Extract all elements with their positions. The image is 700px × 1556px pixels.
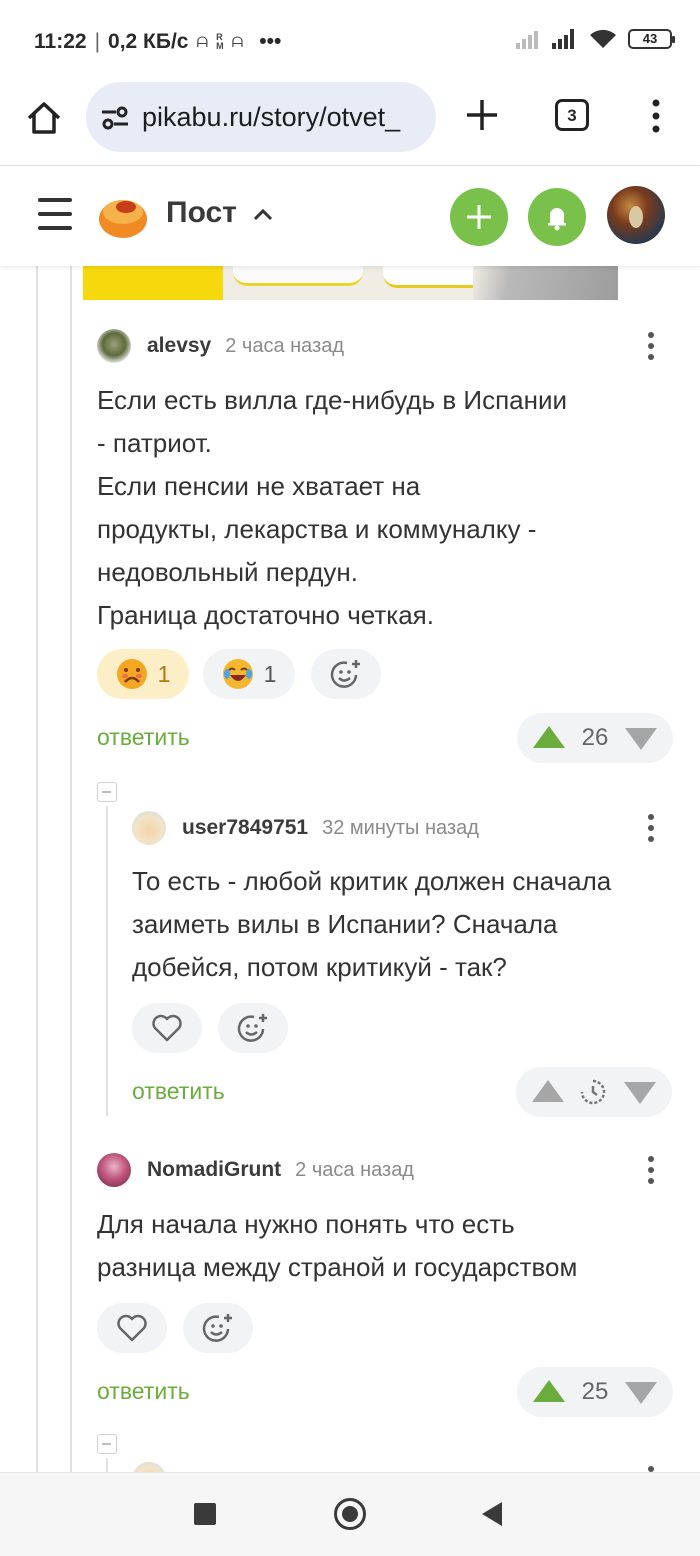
address-bar[interactable]: pikabu.ru/story/otvet_ <box>86 82 436 152</box>
pikabu-logo-icon[interactable] <box>97 191 149 239</box>
status-bar: 11:22 | 0,2 КБ/с ᗩ RM ᗩ ••• 43 <box>0 0 700 80</box>
user-avatar[interactable] <box>607 186 665 244</box>
new-tab-icon[interactable] <box>464 97 500 133</box>
tab-switcher-button[interactable]: 3 <box>555 99 589 131</box>
comment: alevsy 2 часа назад Если есть вилла где-… <box>97 328 687 768</box>
downvote-icon[interactable] <box>625 1382 657 1404</box>
browser-toolbar: pikabu.ru/story/otvet_ 3 <box>0 80 700 166</box>
site-header: Пост <box>0 166 700 266</box>
rating-widget: 25 <box>517 1367 673 1417</box>
reaction-count: 1 <box>157 660 171 687</box>
comment-username[interactable]: NomadiGrunt <box>147 1158 281 1182</box>
comment: user7849751 32 минуты назад То есть - лю… <box>132 810 688 1117</box>
back-icon[interactable] <box>482 1502 502 1526</box>
avatar[interactable] <box>132 1462 166 1472</box>
comment-time[interactable]: 32 минуты назад <box>322 817 479 840</box>
more-icon[interactable] <box>647 332 655 362</box>
comments-feed[interactable]: alevsy 2 часа назад Если есть вилла где-… <box>0 266 700 1472</box>
comment-text: То есть - любой критик должен сначала за… <box>132 866 612 982</box>
comment-time[interactable]: 2 часа назад <box>295 1159 414 1182</box>
add-reaction-button[interactable] <box>218 1003 288 1053</box>
thread-line[interactable] <box>36 266 38 1472</box>
comment-header: user7849751 32 минуты назад <box>132 810 479 846</box>
thread-line[interactable] <box>106 1458 108 1472</box>
add-reaction-icon <box>237 1014 267 1042</box>
comment-time[interactable]: 2 часа назад <box>225 335 344 358</box>
heart-icon <box>117 1314 147 1342</box>
site-settings-icon[interactable] <box>100 106 130 130</box>
signal-off-icon <box>516 31 538 49</box>
recent-apps-icon[interactable] <box>194 1503 216 1525</box>
reaction-sad[interactable]: 1 <box>97 649 189 699</box>
downvote-icon[interactable] <box>624 1082 656 1104</box>
comment-username[interactable]: alevsy <box>147 334 211 358</box>
notification-icon: ᗩ <box>196 33 209 50</box>
thread-line[interactable] <box>106 806 108 1116</box>
add-reaction-button[interactable] <box>311 649 381 699</box>
reply-button[interactable]: ответить <box>132 1078 225 1105</box>
like-button[interactable] <box>132 1003 202 1053</box>
status-time: 11:22 <box>34 30 87 53</box>
status-right: 43 <box>516 28 675 50</box>
plus-icon <box>467 205 491 229</box>
chevron-up-icon[interactable] <box>252 206 274 222</box>
thread-line[interactable] <box>70 266 72 1472</box>
reply-button[interactable]: ответить <box>97 1378 190 1405</box>
laughing-crying-emoji-icon <box>222 659 253 689</box>
url-text[interactable]: pikabu.ru/story/otvet_ <box>142 102 400 133</box>
status-divider: | <box>94 30 101 53</box>
comment-username[interactable]: user7849751 <box>182 816 308 840</box>
home-icon[interactable] <box>24 98 64 138</box>
status-left: 11:22 | 0,2 КБ/с ᗩ RM ᗩ ••• <box>34 30 281 54</box>
page-title[interactable]: Пост <box>166 196 237 230</box>
signal-icon <box>552 29 574 49</box>
add-post-button[interactable] <box>450 188 508 246</box>
browser-menu-icon[interactable] <box>648 98 664 134</box>
avatar[interactable] <box>97 329 131 363</box>
add-reaction-button[interactable] <box>183 1303 253 1353</box>
status-speed: 0,2 КБ/с <box>108 30 189 53</box>
comment: NomadiGrunt 2 часа назад Для начала нужн… <box>97 1152 687 1442</box>
bell-icon <box>548 208 566 231</box>
collapse-thread-button[interactable] <box>97 1434 117 1454</box>
rating-pending-clock-icon <box>580 1079 606 1105</box>
notification-icon-2: ᗩ <box>231 33 244 50</box>
reaction-laugh[interactable]: 1 <box>203 649 295 699</box>
avatar[interactable] <box>132 811 166 845</box>
downvote-icon[interactable] <box>625 728 657 750</box>
comment-text: Для начала нужно понять что есть разница… <box>97 1209 578 1282</box>
battery-icon: 43 <box>628 29 675 49</box>
notifications-button[interactable] <box>528 188 586 246</box>
collapse-thread-button[interactable] <box>97 782 117 802</box>
status-overflow: ••• <box>259 30 282 53</box>
add-reaction-icon <box>202 1314 232 1342</box>
upvote-icon[interactable] <box>532 1080 564 1102</box>
hamburger-menu-icon[interactable] <box>38 198 72 230</box>
comment-header: NomadiGrunt 2 часа назад <box>97 1152 414 1188</box>
reaction-count: 1 <box>263 660 277 687</box>
more-icon[interactable] <box>647 814 655 844</box>
rating-widget: 26 <box>517 713 673 763</box>
system-nav-bar <box>0 1472 700 1556</box>
wifi-icon <box>590 29 616 48</box>
sad-face-emoji-icon <box>116 659 147 689</box>
more-icon[interactable] <box>647 1156 655 1186</box>
comment-text: Если есть вилла где-нибудь в Испании - п… <box>97 385 568 630</box>
reply-button[interactable]: ответить <box>97 724 190 751</box>
royal-match-icon: RM <box>216 32 224 51</box>
like-button[interactable] <box>97 1303 167 1353</box>
rating-widget <box>516 1067 672 1117</box>
heart-icon <box>152 1014 182 1042</box>
comment-header: alevsy 2 часа назад <box>97 328 344 364</box>
home-nav-icon[interactable] <box>334 1498 366 1530</box>
add-reaction-icon <box>330 660 360 688</box>
avatar[interactable] <box>97 1153 131 1187</box>
post-image <box>83 266 618 300</box>
